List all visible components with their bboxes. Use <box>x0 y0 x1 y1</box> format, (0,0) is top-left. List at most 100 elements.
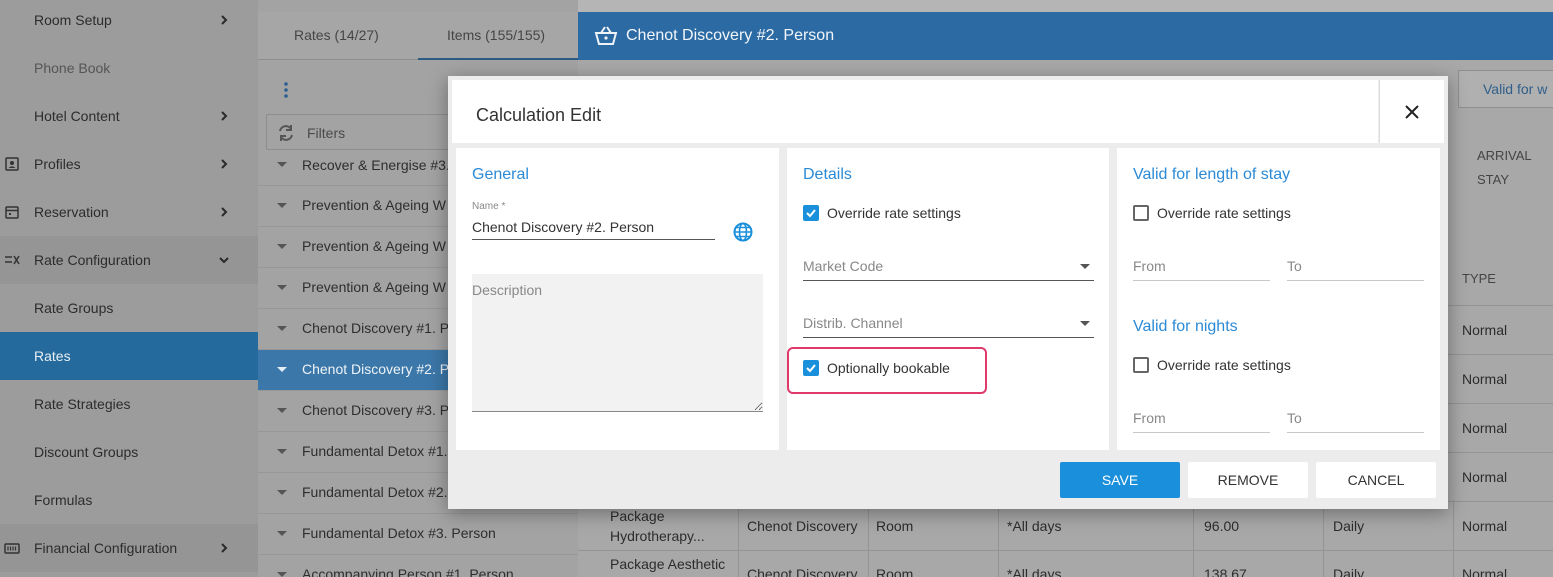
length-of-stay-from-input[interactable]: From <box>1133 251 1270 281</box>
list-item-label: Chenot Discovery #3. P <box>302 402 450 418</box>
checkbox-checked-icon <box>803 205 819 221</box>
list-item-label: Fundamental Detox #1. <box>302 443 448 459</box>
input-placeholder: From <box>1133 410 1166 426</box>
sidebar-item-room-setup[interactable]: Room Setup <box>0 0 258 44</box>
chevron-right-icon <box>221 15 228 25</box>
divider <box>998 500 999 577</box>
divider <box>1193 500 1194 577</box>
sidebar: Room Setup Phone Book Hotel Content Prof… <box>0 0 258 577</box>
sidebar-item-label: Reservation <box>34 204 109 220</box>
type-cell: Normal <box>1462 469 1508 485</box>
caret-down-icon <box>277 490 287 495</box>
tab-rates[interactable]: Rates (14/27) <box>294 12 379 60</box>
sidebar-item-label: Rate Configuration <box>34 252 151 268</box>
cancel-button[interactable]: CANCEL <box>1316 462 1436 498</box>
caret-down-icon <box>277 203 287 208</box>
caret-down-icon <box>277 326 287 331</box>
general-section: General Name * <box>456 148 779 450</box>
length-of-stay-override-checkbox[interactable]: Override rate settings <box>1133 205 1291 221</box>
sidebar-item-rates[interactable]: Rates <box>0 332 258 380</box>
list-item-label: Recover & Energise #3. <box>302 157 450 173</box>
table-row[interactable]: Package Aesthetic Chenot Discovery Room … <box>578 551 1553 577</box>
sidebar-item-financial-configuration[interactable]: Financial Configuration <box>0 524 258 572</box>
list-item-label: Prevention & Ageing W <box>302 197 446 213</box>
sidebar-item-reservation[interactable]: Reservation <box>0 188 258 236</box>
tab-items[interactable]: Items (155/155) <box>418 12 578 60</box>
room-cell: Room <box>876 566 914 577</box>
globe-icon[interactable] <box>733 222 753 242</box>
chevron-down-icon <box>219 257 229 264</box>
days-cell: *All days <box>1007 566 1062 577</box>
sidebar-item-rate-configuration[interactable]: Rate Configuration <box>0 236 258 284</box>
divider <box>738 500 739 577</box>
caret-down-icon <box>277 285 287 290</box>
checkbox-unchecked-icon <box>1133 357 1149 373</box>
tab-valid-for[interactable]: Valid for w <box>1458 70 1553 108</box>
length-of-stay-to-input[interactable]: To <box>1287 251 1424 281</box>
sidebar-item-profiles[interactable]: Profiles <box>0 140 258 188</box>
nights-to-input[interactable]: To <box>1287 403 1424 433</box>
price-cell: 96.00 <box>1204 518 1240 534</box>
refresh-icon[interactable] <box>276 123 296 143</box>
detail-header: Chenot Discovery #2. Person <box>578 12 1553 60</box>
sidebar-item-label: Phone Book <box>34 60 111 76</box>
dialog-header: Calculation Edit <box>452 80 1378 143</box>
chevron-right-icon <box>221 543 228 553</box>
calendar-icon <box>5 206 19 219</box>
chevron-right-icon <box>221 207 228 217</box>
calculation-edit-dialog: Calculation Edit General Name * Details … <box>448 76 1448 509</box>
caret-down-icon <box>277 572 287 577</box>
close-button[interactable] <box>1379 80 1444 143</box>
sidebar-item-label: Profiles <box>34 156 81 172</box>
details-override-checkbox[interactable]: Override rate settings <box>803 205 961 221</box>
chevron-right-icon <box>221 159 228 169</box>
close-icon <box>1405 104 1419 119</box>
list-item-label: Chenot Discovery #1. P <box>302 320 450 336</box>
description-field[interactable] <box>472 274 763 412</box>
top-strip <box>578 0 1553 12</box>
room-cell: Room <box>876 518 914 534</box>
name-field-label: Name * <box>472 201 506 212</box>
sidebar-item-label: Hotel Content <box>34 108 120 124</box>
nights-override-checkbox[interactable]: Override rate settings <box>1133 357 1291 373</box>
sidebar-item-rate-groups[interactable]: Rate Groups <box>0 284 258 332</box>
detail-title: Chenot Discovery #2. Person <box>626 27 835 44</box>
more-vertical-icon[interactable] <box>281 80 291 100</box>
price-cell: 138.67 <box>1204 566 1247 577</box>
distrib-channel-select[interactable]: Distrib. Channel <box>803 308 1094 338</box>
sidebar-item-label: Formulas <box>34 492 93 508</box>
validity-section: Valid for length of stay Override rate s… <box>1117 148 1440 450</box>
section-title-length-of-stay: Valid for length of stay <box>1133 166 1291 183</box>
sidebar-item-phone-book[interactable]: Phone Book <box>0 44 258 92</box>
sidebar-item-label: Rate Groups <box>34 300 114 316</box>
section-title-details: Details <box>803 166 852 183</box>
list-item[interactable]: Accompanying Person #1. Person <box>258 555 578 577</box>
sidebar-item-label: Discount Groups <box>34 444 139 460</box>
sidebar-item-rate-strategies[interactable]: Rate Strategies <box>0 380 258 428</box>
input-placeholder: To <box>1287 410 1302 426</box>
divider <box>868 500 869 577</box>
checkbox-unchecked-icon <box>1133 205 1149 221</box>
caret-down-icon <box>277 449 287 454</box>
sidebar-item-label: Rate Strategies <box>34 396 131 412</box>
type-cell: Normal <box>1462 518 1508 534</box>
save-button[interactable]: SAVE <box>1060 462 1180 498</box>
divider <box>1323 500 1324 577</box>
market-code-select[interactable]: Market Code <box>803 251 1094 281</box>
remove-button[interactable]: REMOVE <box>1188 462 1308 498</box>
input-placeholder: From <box>1133 258 1166 274</box>
freq-cell: Daily <box>1333 566 1365 577</box>
table-row[interactable]: Package Hydrotherapy... Chenot Discovery… <box>578 502 1553 551</box>
highlight-annotation <box>787 347 987 394</box>
list-item-label: Accompanying Person #1. Person <box>302 566 514 577</box>
sidebar-item-hotel-content[interactable]: Hotel Content <box>0 92 258 140</box>
filters-label: Filters <box>307 125 346 141</box>
sidebar-item-discount-groups[interactable]: Discount Groups <box>0 428 258 476</box>
list-item-label: Fundamental Detox #3. Person <box>302 525 496 541</box>
name-cell: Package Aesthetic <box>610 556 726 572</box>
checkbox-label: Override rate settings <box>827 205 961 221</box>
nights-from-input[interactable]: From <box>1133 403 1270 433</box>
list-item[interactable]: Fundamental Detox #3. Person <box>258 514 578 555</box>
sidebar-item-formulas[interactable]: Formulas <box>0 476 258 524</box>
name-field[interactable] <box>472 218 715 240</box>
